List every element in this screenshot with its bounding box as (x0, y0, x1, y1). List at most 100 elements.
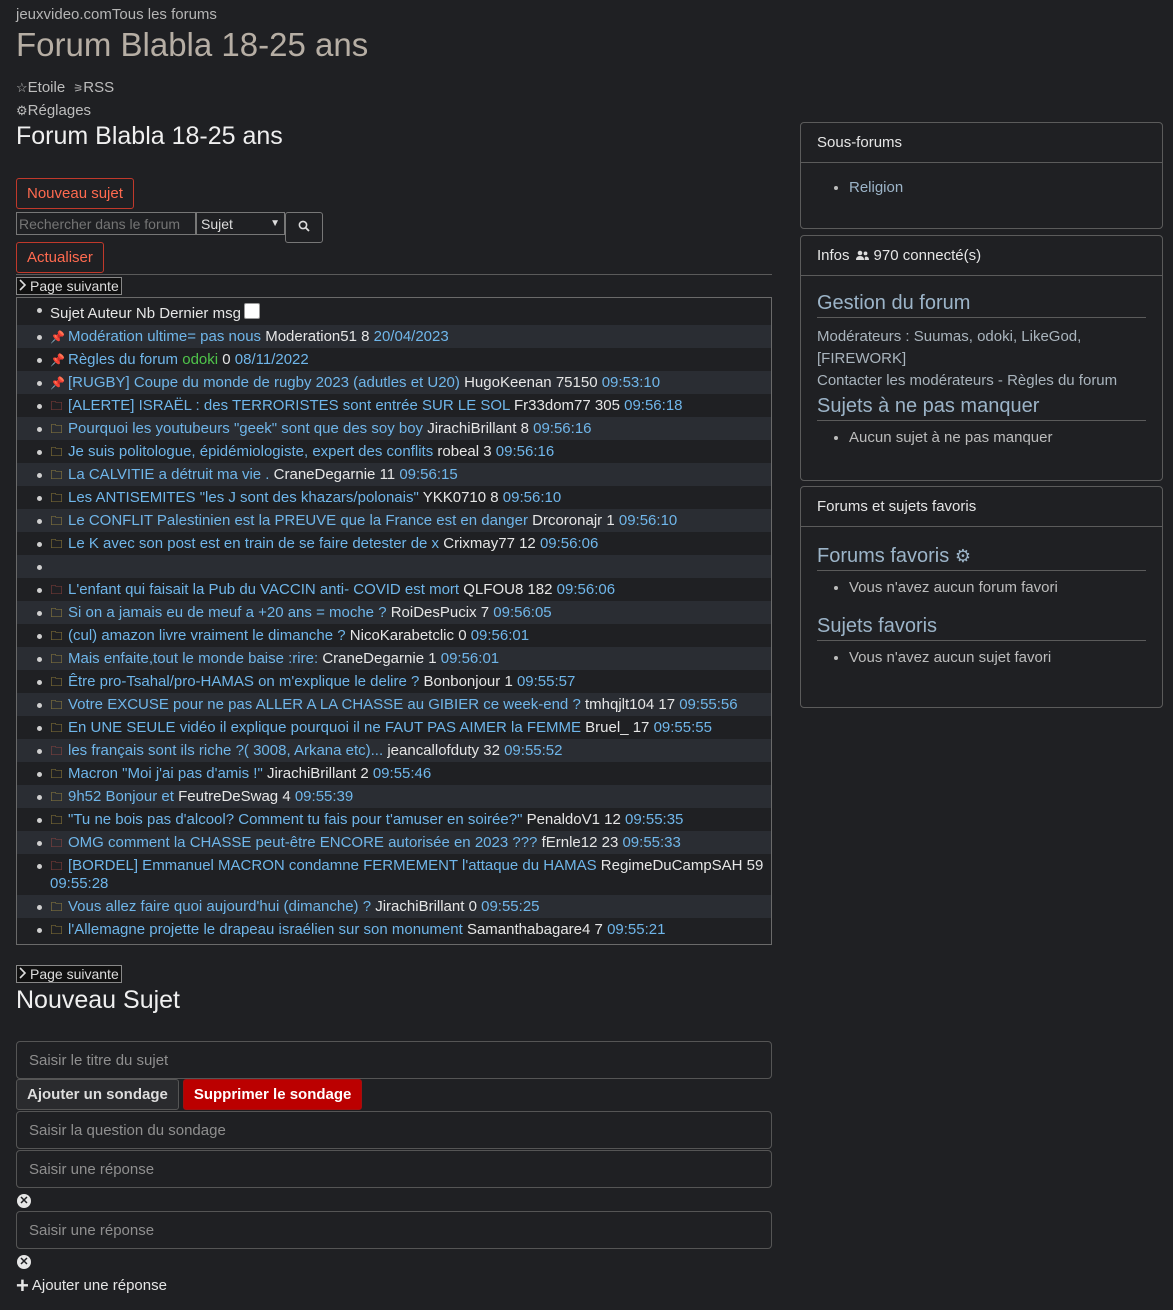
topic-last-message-link[interactable]: 09:55:57 (517, 673, 575, 690)
topic-author[interactable]: jeancallofduty (387, 742, 479, 759)
topic-last-message-link[interactable]: 09:55:55 (654, 719, 712, 736)
topic-last-message-link[interactable]: 09:55:56 (679, 696, 737, 713)
next-page-button-top[interactable]: Page suivante (16, 277, 122, 295)
breadcrumb-site-link[interactable]: jeuxvideo.com (16, 6, 112, 23)
topic-author[interactable]: JirachiBrillant (267, 765, 356, 782)
add-poll-button[interactable]: Ajouter un sondage (16, 1079, 179, 1110)
poll-answer-input-1[interactable]: Saisir une réponse (16, 1150, 772, 1188)
refresh-button[interactable]: Actualiser (16, 242, 104, 273)
poll-question-input[interactable]: Saisir la question du sondage (16, 1111, 772, 1149)
topic-title-link[interactable]: Votre EXCUSE pour ne pas ALLER A LA CHAS… (68, 696, 581, 713)
topic-last-message-link[interactable]: 09:56:16 (496, 443, 554, 460)
topic-title-link[interactable]: Les ANTISEMITES "les J sont des khazars/… (68, 489, 419, 506)
topic-author[interactable]: YKK0710 (423, 489, 486, 506)
topic-last-message-link[interactable]: 09:55:39 (295, 788, 353, 805)
remove-answer-icon[interactable]: ✕ (17, 1255, 31, 1269)
topic-title-link[interactable]: En UNE SEULE vidéo il explique pourquoi … (68, 719, 581, 736)
remove-poll-button[interactable]: Supprimer le sondage (182, 1079, 363, 1110)
topic-author[interactable]: Drcoronajr (532, 512, 602, 529)
topic-last-message-link[interactable]: 09:53:10 (602, 374, 660, 391)
topic-author[interactable]: QLFOU8 (463, 581, 523, 598)
topic-title-link[interactable]: Règles du forum (68, 351, 178, 368)
topic-author[interactable]: NicoKarabetclic (350, 627, 454, 644)
topic-last-message-link[interactable]: 09:55:52 (504, 742, 562, 759)
topic-author[interactable]: JirachiBrillant (427, 420, 516, 437)
topic-author[interactable]: fErnle12 (542, 834, 598, 851)
topic-title-link[interactable]: Je suis politologue, épidémiologiste, ex… (68, 443, 433, 460)
topic-title-link[interactable]: (cul) amazon livre vraiment le dimanche … (68, 627, 346, 644)
topic-title-link[interactable]: "Tu ne bois pas d'alcool? Comment tu fai… (68, 811, 522, 828)
topic-title-link[interactable]: l'Allemagne projette le drapeau israélie… (68, 921, 463, 938)
topic-title-link[interactable]: Vous allez faire quoi aujourd'hui (diman… (68, 898, 371, 915)
contact-moderators-link[interactable]: Contacter les modérateurs (817, 372, 994, 389)
topic-title-link[interactable]: Pourquoi les youtubeurs "geek" sont que … (68, 420, 423, 437)
topic-author[interactable]: odoki (182, 351, 218, 368)
new-topic-button[interactable]: Nouveau sujet (16, 178, 134, 209)
poll-answer-input-2[interactable]: Saisir une réponse (16, 1211, 772, 1249)
topic-author[interactable]: PenaldoV1 (527, 811, 600, 828)
settings-link[interactable]: Réglages (28, 102, 91, 119)
topic-last-message-link[interactable]: 09:55:33 (622, 834, 680, 851)
topic-title-link[interactable]: OMG comment la CHASSE peut-être ENCORE a… (68, 834, 537, 851)
topic-title-link[interactable]: [ALERTE] ISRAËL : des TERRORISTES sont e… (68, 397, 510, 414)
topic-title-link[interactable]: Le CONFLIT Palestinien est la PREUVE que… (68, 512, 528, 529)
topic-author[interactable]: FeutreDeSwag (178, 788, 278, 805)
subforum-item-religion[interactable]: Religion (849, 177, 1146, 199)
remove-answer-icon[interactable]: ✕ (17, 1194, 31, 1208)
topic-last-message-link[interactable]: 09:55:46 (373, 765, 431, 782)
topic-title-link[interactable]: [BORDEL] Emmanuel MACRON condamne FERMEM… (68, 857, 597, 874)
breadcrumb-all-forums-link[interactable]: Tous les forums (112, 6, 217, 23)
topic-author[interactable]: robeal (437, 443, 479, 460)
topic-last-message-link[interactable]: 08/11/2022 (235, 351, 309, 368)
topic-title-link[interactable]: [RUGBY] Coupe du monde de rugby 2023 (ad… (68, 374, 460, 391)
topic-author[interactable]: Samanthabagare4 (467, 921, 590, 938)
gear-icon[interactable]: ⚙ (16, 103, 28, 118)
star-link[interactable]: Etoile (28, 79, 66, 96)
subforum-link[interactable]: Religion (849, 179, 903, 196)
topic-title-input[interactable]: Saisir le titre du sujet (16, 1041, 772, 1079)
search-input[interactable] (16, 212, 196, 235)
topic-last-message-link[interactable]: 09:56:15 (399, 466, 457, 483)
topic-author[interactable]: tmhqjlt104 (585, 696, 654, 713)
forum-rules-link[interactable]: Règles du forum (1007, 372, 1117, 389)
topic-last-message-link[interactable]: 09:56:18 (624, 397, 682, 414)
topic-author[interactable]: Fr33dom77 (514, 397, 591, 414)
topic-last-message-link[interactable]: 09:56:06 (540, 535, 598, 552)
topic-author[interactable]: Moderation51 (265, 328, 357, 345)
topic-author[interactable]: CraneDegarnie (274, 466, 376, 483)
rss-icon[interactable]: ⚞ (73, 83, 83, 95)
topic-last-message-link[interactable]: 09:55:25 (481, 898, 539, 915)
topic-title-link[interactable]: Être pro-Tsahal/pro-HAMAS on m'explique … (68, 673, 419, 690)
topic-last-message-link[interactable]: 09:56:01 (471, 627, 529, 644)
search-type-select[interactable]: Sujet ▼ (196, 212, 285, 235)
topic-last-message-link[interactable]: 09:56:06 (557, 581, 615, 598)
topic-last-message-link[interactable]: 09:56:01 (441, 650, 499, 667)
topic-author[interactable]: JirachiBrillant (375, 898, 464, 915)
star-icon[interactable]: ☆ (16, 80, 28, 95)
topic-last-message-link[interactable]: 09:56:05 (493, 604, 551, 621)
add-answer-button[interactable]: + Ajouter une réponse (16, 1273, 167, 1299)
search-button[interactable] (285, 212, 323, 243)
topic-last-message-link[interactable]: 09:55:21 (607, 921, 665, 938)
topic-last-message-link[interactable]: 09:56:10 (503, 489, 561, 506)
topic-title-link[interactable]: L'enfant qui faisait la Pub du VACCIN an… (68, 581, 459, 598)
topic-title-link[interactable]: Modération ultime= pas nous (68, 328, 261, 345)
topic-title-link[interactable]: Mais enfaite,tout le monde baise :rire: (68, 650, 318, 667)
topic-last-message-link[interactable]: 20/04/2023 (374, 328, 449, 345)
topic-title-link[interactable]: Le K avec son post est en train de se fa… (68, 535, 439, 552)
topic-title-link[interactable]: La CALVITIE a détruit ma vie . (68, 466, 269, 483)
topic-author[interactable]: CraneDegarnie (322, 650, 424, 667)
topic-author[interactable]: Bonbonjour (424, 673, 501, 690)
topic-last-message-link[interactable]: 09:55:28 (50, 875, 108, 892)
gear-icon[interactable]: ⚙ (955, 546, 971, 566)
topic-author[interactable]: Crixmay77 (443, 535, 515, 552)
topic-title-link[interactable]: les français sont ils riche ?( 3008, Ark… (68, 742, 383, 759)
topic-author[interactable]: Bruel_ (585, 719, 628, 736)
topic-author[interactable]: HugoKeenan (464, 374, 552, 391)
next-page-button-bottom[interactable]: Page suivante (16, 965, 122, 983)
topic-last-message-link[interactable]: 09:55:35 (625, 811, 683, 828)
topic-author[interactable]: RegimeDuCampSAH (601, 857, 743, 874)
topic-last-message-link[interactable]: 09:56:16 (533, 420, 591, 437)
topic-last-message-link[interactable]: 09:56:10 (619, 512, 677, 529)
topic-title-link[interactable]: Macron "Moi j'ai pas d'amis !" (68, 765, 263, 782)
